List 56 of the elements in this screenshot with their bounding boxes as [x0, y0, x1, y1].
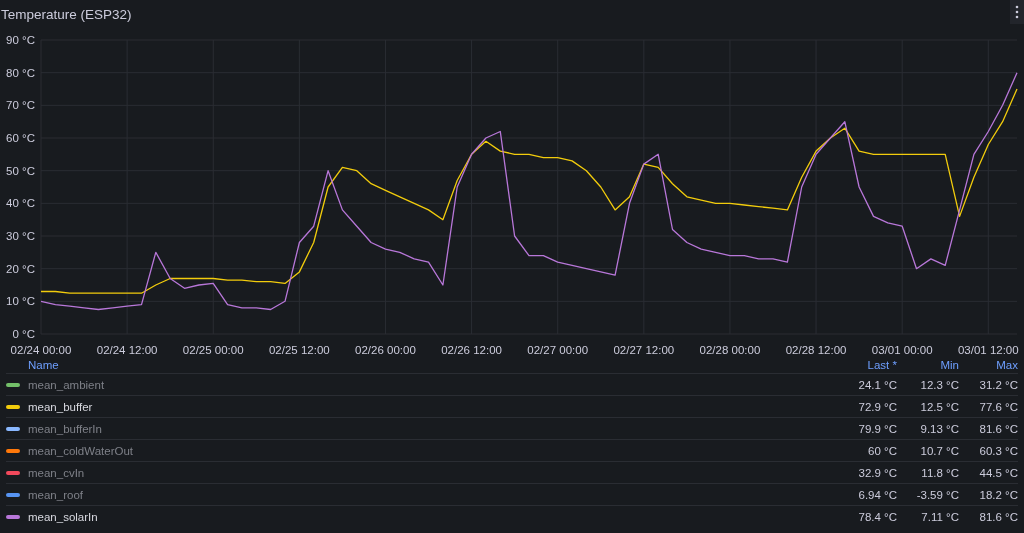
column-header[interactable]: Min — [940, 359, 959, 371]
axis-label: 03/01 12:00 — [957, 344, 1019, 356]
legend-value: 11.8 °C — [921, 466, 959, 479]
axis-label: 02/26 00:00 — [355, 344, 416, 356]
series-name[interactable]: mean_roof — [28, 488, 83, 501]
axis-label: 10 °C — [6, 295, 35, 308]
legend-value: 24.1 °C — [858, 378, 897, 391]
legend-value: 9.13 °C — [920, 422, 959, 435]
legend-value: -3.59 °C — [916, 488, 959, 501]
column-header[interactable]: Last * — [867, 359, 897, 371]
legend-value: 77.6 °C — [979, 400, 1018, 413]
legend-value: 31.2 °C — [979, 378, 1018, 391]
legend-value: 44.5 °C — [979, 466, 1018, 479]
axis-label: 02/25 00:00 — [182, 344, 244, 356]
series-name[interactable]: mean_cvIn — [28, 466, 85, 479]
series-name[interactable]: mean_ambient — [28, 378, 105, 391]
series-name[interactable]: mean_solarIn — [28, 510, 98, 523]
axis-label: 30 °C — [6, 230, 35, 242]
menu-icon[interactable] — [1010, 0, 1024, 24]
legend-value: 12.5 °C — [920, 400, 959, 413]
legend-value: 79.9 °C — [858, 422, 897, 435]
axis-label: 70 °C — [6, 99, 35, 112]
axis-label: 02/27 00:00 — [527, 344, 589, 356]
column-header[interactable]: Name — [28, 359, 59, 371]
axis-label: 80 °C — [6, 66, 35, 79]
legend-value: 60.3 °C — [979, 444, 1018, 457]
axis-label: 0 °C — [12, 328, 35, 340]
panel-title: Temperature (ESP32) — [0, 6, 132, 22]
legend-value: 81.6 °C — [979, 510, 1018, 523]
axis-label: 90 °C — [6, 34, 35, 46]
axis-label: 20 °C — [6, 262, 35, 275]
axis-label: 02/28 00:00 — [699, 344, 761, 356]
axis-label: 60 °C — [6, 132, 35, 144]
legend-value: 18.2 °C — [979, 488, 1018, 501]
column-header[interactable]: Max — [996, 359, 1018, 371]
series-name[interactable]: mean_coldWaterOut — [28, 444, 134, 457]
legend-value: 78.4 °C — [858, 510, 897, 523]
axis-label: 02/27 12:00 — [613, 344, 675, 356]
legend-value: 7.11 °C — [921, 510, 959, 523]
axis-label: 02/26 12:00 — [441, 344, 502, 356]
series-name[interactable]: mean_buffer — [28, 400, 93, 413]
legend-value: 81.6 °C — [979, 422, 1018, 435]
axis-label: 02/24 00:00 — [10, 344, 72, 356]
series-name[interactable]: mean_bufferIn — [28, 422, 102, 435]
legend-value: 32.9 °C — [858, 466, 897, 479]
axis-label: 02/24 12:00 — [96, 344, 158, 356]
axis-label: 02/28 12:00 — [785, 344, 847, 356]
axis-label: 50 °C — [6, 164, 35, 177]
axis-label: 40 °C — [6, 197, 35, 210]
legend-value: 6.94 °C — [858, 488, 897, 501]
axis-label: 02/25 12:00 — [268, 344, 330, 356]
legend-value: 60 °C — [868, 444, 897, 457]
legend-value: 12.3 °C — [920, 378, 959, 391]
legend-value: 10.7 °C — [920, 444, 959, 457]
axis-label: 03/01 00:00 — [871, 344, 933, 356]
legend-value: 72.9 °C — [858, 400, 897, 413]
